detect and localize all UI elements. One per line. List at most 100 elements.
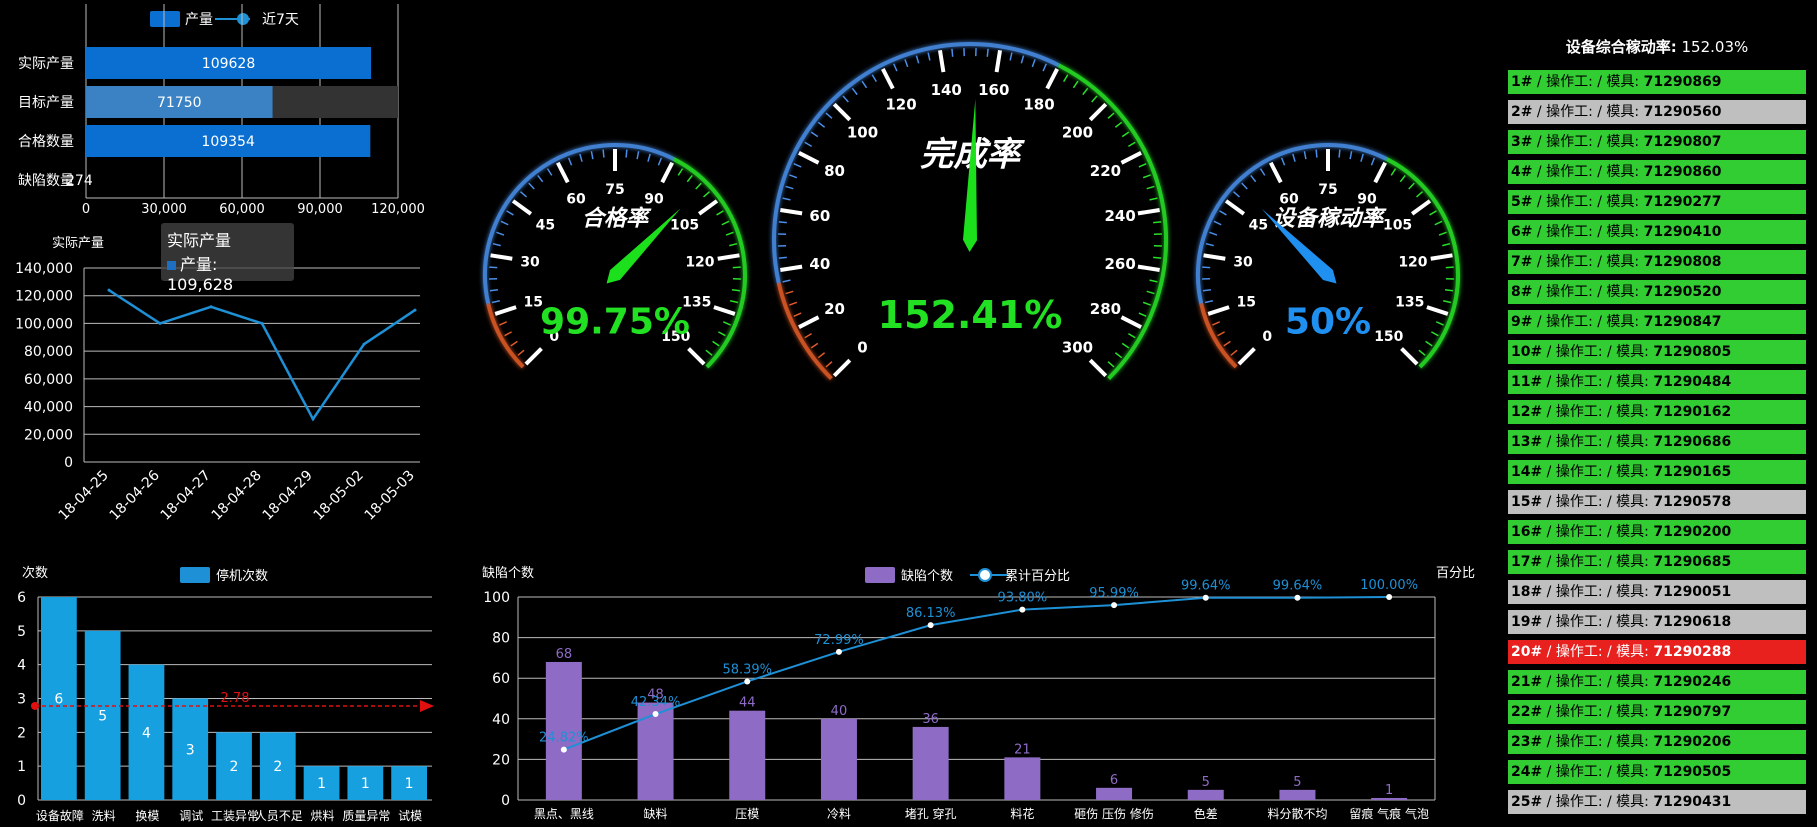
- x-tick-label: 30,000: [141, 202, 187, 217]
- utilization-gauge-tick: [1431, 331, 1439, 337]
- machine-status-list: 1# / 操作工: / 模具: 71290869 2# / 操作工: / 模具: …: [1508, 70, 1806, 820]
- machine-row[interactable]: 14# / 操作工: / 模具: 71290165: [1508, 460, 1806, 484]
- legend-swatch-defects: [865, 567, 895, 583]
- completion-gauge-tick: [1149, 279, 1158, 283]
- completion-gauge-tick: [1082, 87, 1089, 96]
- utilization-gauge-tick: [1315, 149, 1318, 158]
- y-tick-label: 100: [483, 590, 510, 606]
- completion-gauge-tick: [1120, 315, 1142, 329]
- machine-row[interactable]: 10# / 操作工: / 模具: 71290805: [1508, 340, 1806, 364]
- machine-id: 21#: [1511, 674, 1543, 690]
- utilization-gauge-tick: [1207, 305, 1230, 316]
- machine-row[interactable]: 19# / 操作工: / 模具: 71290618: [1508, 610, 1806, 634]
- bar-value-label: 71750: [157, 95, 202, 111]
- utilization-gauge-tick: [1280, 157, 1286, 166]
- pass-rate-gauge-tick: [625, 149, 628, 158]
- y-tick-label: 140,000: [15, 261, 73, 277]
- completion-gauge-tick-label: 140: [931, 81, 962, 99]
- y-tick-label: 2: [17, 725, 26, 741]
- machine-labels: / 操作工: / 模具:: [1532, 254, 1644, 270]
- machine-row[interactable]: 9# / 操作工: / 模具: 71290847: [1508, 310, 1806, 334]
- pass-rate-gauge-tick: [718, 331, 726, 337]
- cumulative-label: 100.00%: [1360, 578, 1418, 593]
- machine-row[interactable]: 7# / 操作工: / 模具: 71290808: [1508, 250, 1806, 274]
- completion-gauge-tick: [1072, 80, 1079, 89]
- machine-labels: / 操作工: / 模具:: [1532, 104, 1644, 120]
- machine-id: 8#: [1511, 284, 1533, 300]
- x-tick-label: 烘料: [311, 809, 335, 823]
- completion-gauge-tick: [804, 141, 813, 147]
- legend-marker-7days: [237, 13, 249, 25]
- output-point: [260, 321, 264, 325]
- machine-row[interactable]: 20# / 操作工: / 模具: 71290288: [1508, 640, 1806, 664]
- utilization-gauge-tick: [1237, 347, 1256, 366]
- cumulative-label: 86.13%: [906, 606, 956, 621]
- machine-row[interactable]: 15# / 操作工: / 模具: 71290578: [1508, 490, 1806, 514]
- pass-rate-gauge-tick: [537, 174, 544, 183]
- machine-row[interactable]: 8# / 操作工: / 模具: 71290520: [1508, 280, 1806, 304]
- utilization-gauge-tick: [1444, 289, 1454, 292]
- completion-gauge-tick: [785, 185, 794, 190]
- machine-row[interactable]: 25# / 操作工: / 模具: 71290431: [1508, 790, 1806, 814]
- machine-row[interactable]: 23# / 操作工: / 模具: 71290206: [1508, 730, 1806, 754]
- cumulative-label: 72.99%: [814, 633, 864, 648]
- mold-number: 71290618: [1653, 614, 1732, 630]
- mold-number: 71290051: [1653, 584, 1732, 600]
- utilization-gauge-tick: [1203, 253, 1226, 261]
- x-tick-label: 砸伤 压伤 修伤: [1074, 806, 1154, 821]
- machine-row[interactable]: 2# / 操作工: / 模具: 71290560: [1508, 100, 1806, 124]
- machine-row[interactable]: 1# / 操作工: / 模具: 71290869: [1508, 70, 1806, 94]
- legend-label-downtime: 停机次数: [216, 568, 268, 584]
- completion-gauge-tick: [1146, 290, 1155, 295]
- completion-gauge-tick: [1127, 333, 1136, 339]
- machine-row[interactable]: 12# / 操作工: / 模具: 71290162: [1508, 400, 1806, 424]
- production-bar-chart: 产量 近7天 0 30,000 60,000 90,000 120,000 实际产量 10962…: [18, 4, 425, 217]
- utilization-gauge-tick-label: 75: [1318, 182, 1337, 198]
- legend-swatch-downtime: [180, 567, 210, 583]
- machine-row[interactable]: 4# / 操作工: / 模具: 71290860: [1508, 160, 1806, 184]
- utilization-gauge-tick: [1426, 305, 1449, 316]
- mold-number: 71290410: [1643, 224, 1722, 240]
- x-tick-label: 料分散不均: [1267, 806, 1327, 821]
- machine-row[interactable]: 11# / 操作工: / 模具: 71290484: [1508, 370, 1806, 394]
- machine-row[interactable]: 16# / 操作工: / 模具: 71290200: [1508, 520, 1806, 544]
- pass-rate-gauge-tick-label: 120: [685, 255, 714, 271]
- pareto-ylabel: 缺陷个数: [482, 566, 534, 581]
- machine-row[interactable]: 6# / 操作工: / 模具: 71290410: [1508, 220, 1806, 244]
- completion-gauge-tick: [778, 256, 787, 259]
- cumulative-label: 93.80%: [998, 591, 1048, 606]
- machine-row[interactable]: 13# / 操作工: / 模具: 71290686: [1508, 430, 1806, 454]
- machine-row[interactable]: 21# / 操作工: / 模具: 71290246: [1508, 670, 1806, 694]
- utilization-gauge-tick: [1373, 161, 1387, 184]
- x-tick-label: 试模: [398, 808, 422, 823]
- completion-gauge-tick-label: 280: [1090, 300, 1121, 318]
- pass-rate-gauge-tick: [489, 266, 498, 269]
- completion-gauge-tick-label: 60: [809, 207, 830, 225]
- machine-labels: / 操作工: / 模具:: [1542, 644, 1654, 660]
- machine-labels: / 操作工: / 模具:: [1532, 224, 1644, 240]
- downtime-bar-label: 1: [361, 776, 370, 792]
- machine-row[interactable]: 5# / 操作工: / 模具: 71290277: [1508, 190, 1806, 214]
- machine-row[interactable]: 18# / 操作工: / 模具: 71290051: [1508, 580, 1806, 604]
- completion-gauge-tick-label: 40: [809, 255, 830, 273]
- completion-gauge-tick-label: 100: [847, 124, 878, 142]
- machine-labels: / 操作工: / 模具:: [1532, 314, 1644, 330]
- completion-gauge-tick: [789, 301, 798, 306]
- machine-id: 4#: [1511, 164, 1533, 180]
- machine-row[interactable]: 24# / 操作工: / 模具: 71290505: [1508, 760, 1806, 784]
- machine-row[interactable]: 17# / 操作工: / 模具: 71290685: [1508, 550, 1806, 574]
- average-line-arrow: [420, 699, 434, 712]
- completion-gauge-tick: [904, 59, 909, 68]
- completion-gauge-tick: [861, 80, 868, 89]
- y-tick-label: 1: [17, 759, 26, 775]
- machine-row[interactable]: 3# / 操作工: / 模具: 71290807: [1508, 130, 1806, 154]
- x-tick-label: 色差: [1194, 807, 1218, 821]
- utilization-gauge-tick-label: 0: [1262, 329, 1272, 345]
- completion-gauge-tick: [1042, 63, 1047, 72]
- cumulative-point: [1111, 602, 1118, 609]
- machine-row[interactable]: 22# / 操作工: / 模具: 71290797: [1508, 700, 1806, 724]
- utilization-gauge-tick-label: 135: [1395, 295, 1424, 311]
- oee-label: 设备综合稼动率:: [1565, 38, 1677, 56]
- y-tick-label: 40: [492, 712, 510, 728]
- x-tick-label: 90,000: [297, 202, 343, 217]
